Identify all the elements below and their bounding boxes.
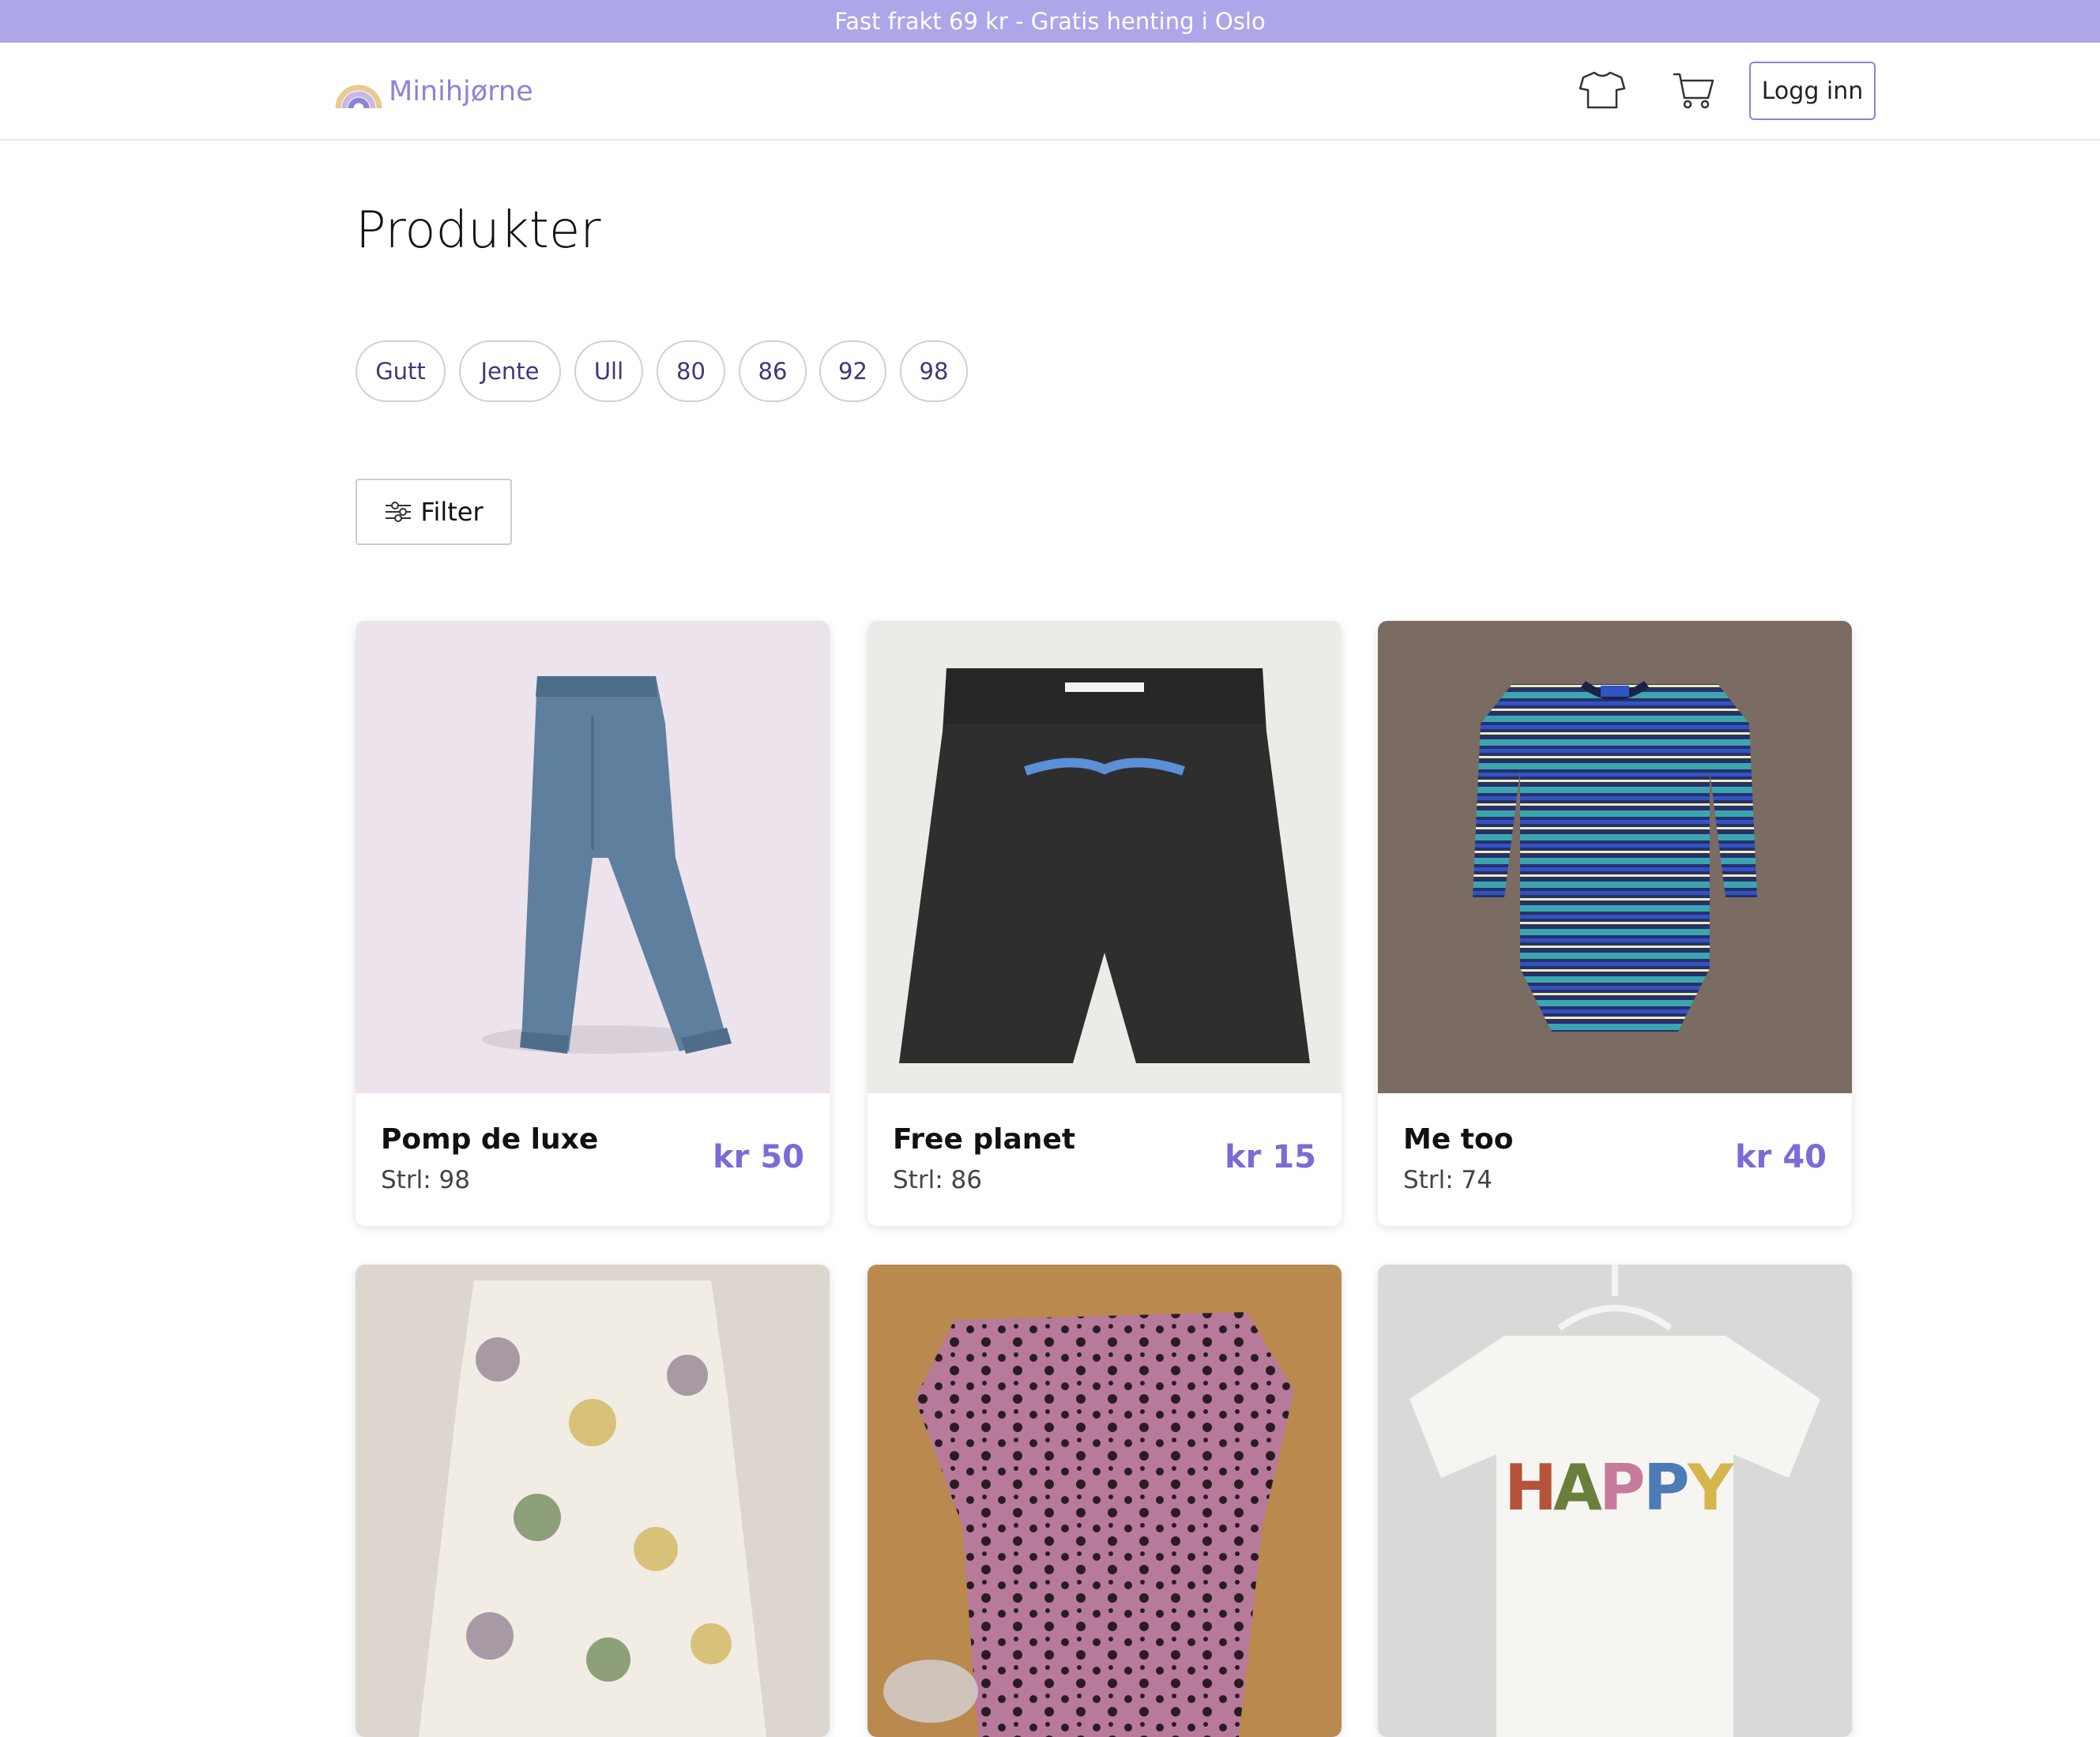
svg-text:Y: Y [1687, 1451, 1734, 1525]
product-name: Pomp de luxe [381, 1123, 599, 1156]
product-price: kr 50 [713, 1139, 804, 1175]
chip-gutt[interactable]: Gutt [356, 340, 446, 402]
shipping-banner: Fast frakt 69 kr - Gratis henting i Oslo [0, 0, 2100, 43]
filter-label: Filter [420, 497, 484, 527]
product-size: Strl: 74 [1403, 1166, 1492, 1194]
product-price: kr 15 [1225, 1139, 1316, 1175]
product-card[interactable]: H A P P Y [1378, 1265, 1852, 1737]
product-card[interactable] [356, 1265, 830, 1737]
chip-ull[interactable]: Ull [574, 340, 643, 402]
product-image-happy-tshirt[interactable]: H A P P Y [1378, 1265, 1852, 1737]
product-image-floral-dress[interactable] [356, 1265, 830, 1737]
sliders-icon [386, 502, 412, 522]
product-name: Me too [1403, 1123, 1514, 1156]
logo-text: Minihjørne [389, 76, 533, 107]
chip-92[interactable]: 92 [819, 340, 886, 402]
product-card[interactable] [867, 1265, 1342, 1737]
product-card[interactable]: Free planet Strl: 86 kr 15 [867, 621, 1342, 1226]
rainbow-logo-icon [335, 85, 382, 109]
product-image-denim-pants[interactable] [356, 621, 830, 1093]
tshirt-icon[interactable] [1577, 65, 1628, 115]
login-button[interactable]: Logg inn [1749, 62, 1876, 120]
svg-text:A: A [1553, 1451, 1602, 1525]
product-size: Strl: 98 [381, 1166, 470, 1194]
page-title: Produkter [356, 201, 601, 260]
product-size: Strl: 86 [893, 1166, 982, 1194]
cart-icon[interactable] [1669, 65, 1719, 115]
logo[interactable]: Minihjørne [335, 71, 533, 112]
product-price: kr 40 [1735, 1139, 1827, 1175]
product-name: Free planet [893, 1123, 1076, 1156]
product-image-leopard-top[interactable] [867, 1265, 1342, 1737]
product-image-striped-bodysuit[interactable] [1378, 621, 1852, 1093]
shipping-banner-text: Fast frakt 69 kr - Gratis henting i Oslo [834, 8, 1266, 35]
chip-80[interactable]: 80 [657, 340, 725, 402]
svg-text:P: P [1599, 1451, 1646, 1525]
chip-86[interactable]: 86 [739, 340, 807, 402]
svg-text:H: H [1504, 1451, 1557, 1525]
product-card[interactable]: Me too Strl: 74 kr 40 [1378, 621, 1852, 1226]
filter-button[interactable]: Filter [356, 479, 512, 545]
product-card[interactable]: Pomp de luxe Strl: 98 kr 50 [356, 621, 830, 1226]
svg-text:P: P [1643, 1451, 1690, 1525]
chip-98[interactable]: 98 [900, 340, 968, 402]
chip-jente[interactable]: Jente [459, 340, 561, 402]
site-header: Minihjørne Logg inn [0, 43, 2100, 141]
product-image-black-shorts[interactable] [867, 621, 1342, 1093]
